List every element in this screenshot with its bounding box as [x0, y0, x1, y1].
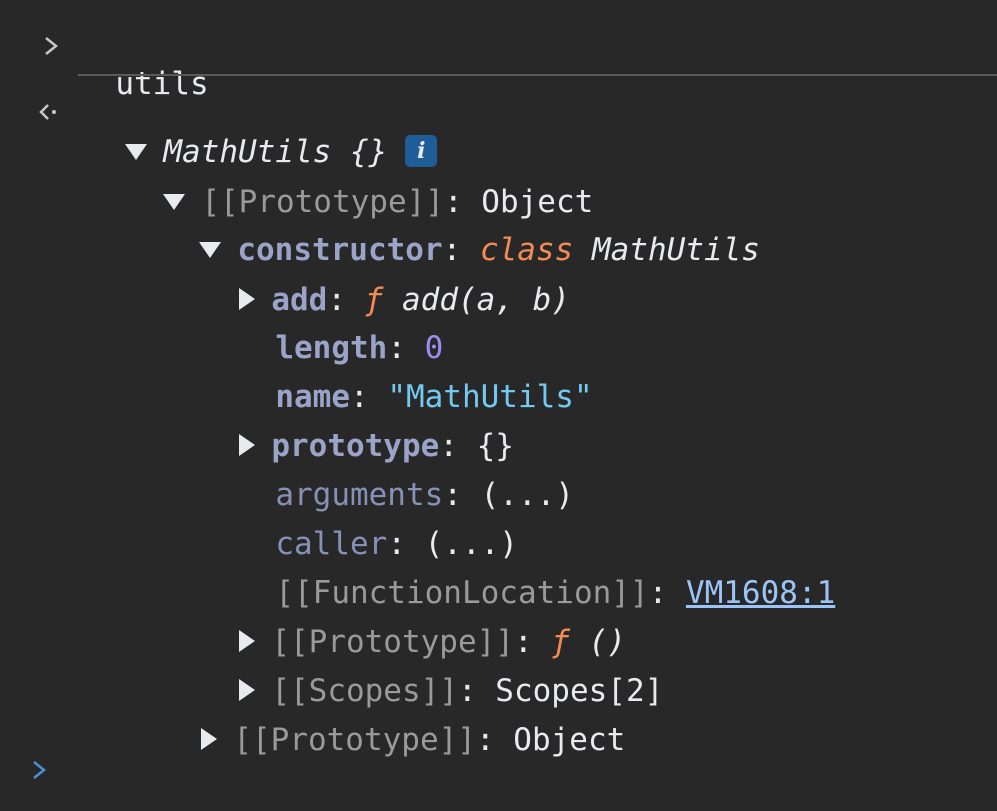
constructor-row[interactable]: constructor: class MathUtils: [162, 190, 760, 268]
prototype-row[interactable]: [[Prototype]]: Object: [126, 142, 593, 220]
add-row[interactable]: add: ƒ add(a, b): [202, 240, 570, 318]
input-prompt-chevron-icon: [40, 26, 64, 66]
result-arrow-icon: [36, 92, 60, 132]
result-object-row[interactable]: MathUtils {} i: [88, 92, 438, 170]
scopes-row[interactable]: [[Scopes]]: Scopes[2]: [202, 631, 663, 709]
name-row: name: "MathUtils": [275, 379, 593, 415]
arguments-row[interactable]: arguments: (...): [238, 435, 574, 513]
outer-prototype-key: [[Prototype]]: [233, 722, 476, 758]
outer-prototype-value: Object: [513, 722, 626, 758]
caller-row[interactable]: caller: (...): [238, 484, 518, 562]
console-prompt-icon[interactable]: [28, 750, 52, 790]
collapse-triangle-icon[interactable]: [201, 727, 218, 750]
length-row: length: 0: [275, 330, 444, 366]
class-name: MathUtils: [591, 232, 760, 268]
outer-prototype-row[interactable]: [[Prototype]]: Object: [164, 680, 625, 758]
function-location-row: [[FunctionLocation]]: VM1608:1: [275, 575, 836, 611]
prototype-prop-row[interactable]: prototype: {}: [202, 386, 514, 464]
console-divider: [78, 74, 997, 76]
inner-prototype-row[interactable]: [[Prototype]]: ƒ (): [202, 582, 626, 660]
function-location-link[interactable]: VM1608:1: [686, 575, 835, 611]
console-input-command[interactable]: utils: [78, 24, 208, 102]
